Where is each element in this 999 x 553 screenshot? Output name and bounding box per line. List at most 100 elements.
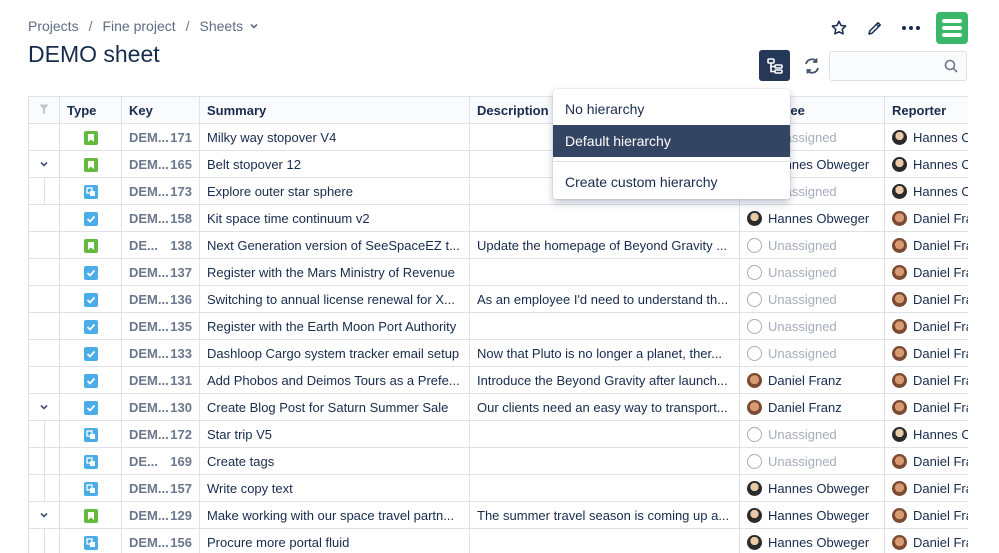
summary-cell[interactable]: Kit space time continuum v2 [199, 204, 470, 232]
pencil-icon[interactable] [864, 17, 886, 39]
reporter-cell[interactable]: Daniel Franz [884, 312, 968, 340]
menu-item-create-custom-hierarchy[interactable]: Create custom hierarchy [553, 166, 790, 198]
summary-cell[interactable]: Explore outer star sphere [199, 177, 470, 205]
assignee-cell[interactable]: Daniel Franz [739, 366, 885, 394]
key-cell[interactable]: DEM... 165 [121, 150, 200, 178]
assignee-cell[interactable]: Hannes Obweger [739, 501, 885, 529]
summary-cell[interactable]: Register with the Earth Moon Port Author… [199, 312, 470, 340]
refresh-icon[interactable] [800, 54, 824, 78]
column-header-key[interactable]: Key [121, 96, 200, 124]
chevron-down-icon[interactable] [39, 159, 49, 169]
assignee-cell[interactable]: Unassigned [739, 447, 885, 475]
reporter-cell[interactable]: Daniel Franz [884, 528, 968, 553]
row-toggle[interactable] [28, 150, 60, 178]
summary-cell[interactable]: Dashloop Cargo system tracker email setu… [199, 339, 470, 367]
table-row[interactable]: DE... 169 Create tags Unassigned Daniel Fran… [28, 447, 968, 475]
assignee-cell[interactable]: Unassigned [739, 420, 885, 448]
table-row[interactable]: DEM...172Star trip V5UnassignedHannes Ob… [28, 420, 968, 448]
summary-cell[interactable]: Next Generation version of SeeSpaceEZ t.… [199, 231, 470, 259]
summary-cell[interactable]: Belt stopover 12 [199, 150, 470, 178]
breadcrumb-fine-project[interactable]: Fine project [102, 18, 175, 34]
key-cell[interactable]: DE... 138 [121, 231, 200, 259]
assignee-cell[interactable]: Unassigned [739, 231, 885, 259]
description-cell[interactable]: Now that Pluto is no longer a planet, th… [469, 339, 740, 367]
summary-cell[interactable]: Create tags [199, 447, 470, 475]
key-cell[interactable]: DEM... 130 [121, 393, 200, 421]
reporter-cell[interactable]: Hannes Obweger [884, 123, 968, 151]
summary-cell[interactable]: Create Blog Post for Saturn Summer Sale [199, 393, 470, 421]
assignee-cell[interactable]: Unassigned [739, 339, 885, 367]
reporter-cell[interactable]: Daniel Franz [884, 447, 968, 475]
description-cell[interactable] [469, 474, 740, 502]
key-cell[interactable]: DEM... 135 [121, 312, 200, 340]
star-icon[interactable] [828, 17, 850, 39]
table-row[interactable]: DEM... 165 Belt stopover 12 Hannes Obweger H… [28, 150, 968, 178]
key-cell[interactable]: DEM... 136 [121, 285, 200, 313]
assignee-cell[interactable]: Unassigned [739, 312, 885, 340]
summary-cell[interactable]: Write copy text [199, 474, 470, 502]
reporter-cell[interactable]: Daniel Franz [884, 393, 968, 421]
column-header-reporter[interactable]: Reporter [884, 96, 968, 124]
reporter-cell[interactable]: Daniel Franz [884, 474, 968, 502]
table-row[interactable]: DEM... 130 Create Blog Post for Saturn Sum… [28, 393, 968, 421]
description-cell[interactable]: Introduce the Beyond Gravity after launc… [469, 366, 740, 394]
summary-cell[interactable]: Make working with our space travel partn… [199, 501, 470, 529]
reporter-cell[interactable]: Daniel Franz [884, 501, 968, 529]
reporter-cell[interactable]: Daniel Franz [884, 231, 968, 259]
reporter-cell[interactable]: Daniel Franz [884, 366, 968, 394]
summary-cell[interactable]: Add Phobos and Deimos Tours as a Prefe..… [199, 366, 470, 394]
table-row[interactable]: DEM... 135 Register with the Earth Moon Po… [28, 312, 968, 340]
chevron-down-icon[interactable] [39, 402, 49, 412]
description-cell[interactable] [469, 528, 740, 553]
table-row[interactable]: DEM... 136 Switching to annual license ren… [28, 285, 968, 313]
filter-header[interactable] [28, 96, 60, 124]
table-row[interactable]: DE... 138 Next Generation version of SeeSp… [28, 231, 968, 259]
assignee-cell[interactable]: Unassigned [739, 258, 885, 286]
reporter-cell[interactable]: Daniel Franz [884, 204, 968, 232]
reporter-cell[interactable]: Hannes Obweger [884, 177, 968, 205]
table-row[interactable]: DEM... 157 Write copy text Hannes Obweger Da… [28, 474, 968, 502]
chevron-down-icon[interactable] [249, 21, 259, 31]
more-icon[interactable] [900, 17, 922, 39]
table-row[interactable]: DEM... 171 Milky way stopover V4 Unassigned… [28, 123, 968, 151]
description-cell[interactable]: The summer travel season is coming up a.… [469, 501, 740, 529]
assignee-cell[interactable]: Daniel Franz [739, 393, 885, 421]
row-toggle[interactable] [28, 393, 60, 421]
search-input[interactable] [830, 52, 940, 80]
table-row[interactable]: DEM... 137 Register with the Mars Ministry… [28, 258, 968, 286]
reporter-cell[interactable]: Hannes Obweger [884, 150, 968, 178]
description-cell[interactable]: Our clients need an easy way to transpor… [469, 393, 740, 421]
description-cell[interactable] [469, 204, 740, 232]
search-icon[interactable] [944, 59, 958, 73]
chevron-down-icon[interactable] [39, 510, 49, 520]
description-cell[interactable] [469, 420, 740, 448]
reporter-cell[interactable]: Hannes Obweger [884, 420, 968, 448]
breadcrumb-projects[interactable]: Projects [28, 18, 79, 34]
summary-cell[interactable]: Switching to annual license renewal for … [199, 285, 470, 313]
table-row[interactable]: DEM... 156 Procure more portal fluid Hannes… [28, 528, 968, 553]
column-header-type[interactable]: Type [59, 96, 122, 124]
key-cell[interactable]: DEM... 157 [121, 474, 200, 502]
key-cell[interactable]: DEM... 173 [121, 177, 200, 205]
table-row[interactable]: DEM... 133 Dashloop Cargo system tracker e… [28, 339, 968, 367]
row-toggle[interactable] [28, 501, 60, 529]
description-cell[interactable]: As an employee I'd need to understand th… [469, 285, 740, 313]
assignee-cell[interactable]: Hannes Obweger [739, 204, 885, 232]
hierarchy-button[interactable] [759, 50, 790, 81]
key-cell[interactable]: DEM... 158 [121, 204, 200, 232]
assignee-cell[interactable]: Hannes Obweger [739, 528, 885, 553]
table-row[interactable]: DEM... 129 Make working with our space tra… [28, 501, 968, 529]
key-cell[interactable]: DE... 169 [121, 447, 200, 475]
column-header-summary[interactable]: Summary [199, 96, 470, 124]
key-cell[interactable]: DEM... 131 [121, 366, 200, 394]
description-cell[interactable] [469, 258, 740, 286]
key-cell[interactable]: DEM... 133 [121, 339, 200, 367]
summary-cell[interactable]: Procure more portal fluid [199, 528, 470, 553]
table-row[interactable]: DEM... 173 Explore outer star sphere Unassi… [28, 177, 968, 205]
description-cell[interactable]: Update the homepage of Beyond Gravity ..… [469, 231, 740, 259]
key-cell[interactable]: DEM... 137 [121, 258, 200, 286]
summary-cell[interactable]: Milky way stopover V4 [199, 123, 470, 151]
menu-item-default-hierarchy[interactable]: Default hierarchy [553, 125, 790, 157]
description-cell[interactable] [469, 312, 740, 340]
reporter-cell[interactable]: Daniel Franz [884, 258, 968, 286]
